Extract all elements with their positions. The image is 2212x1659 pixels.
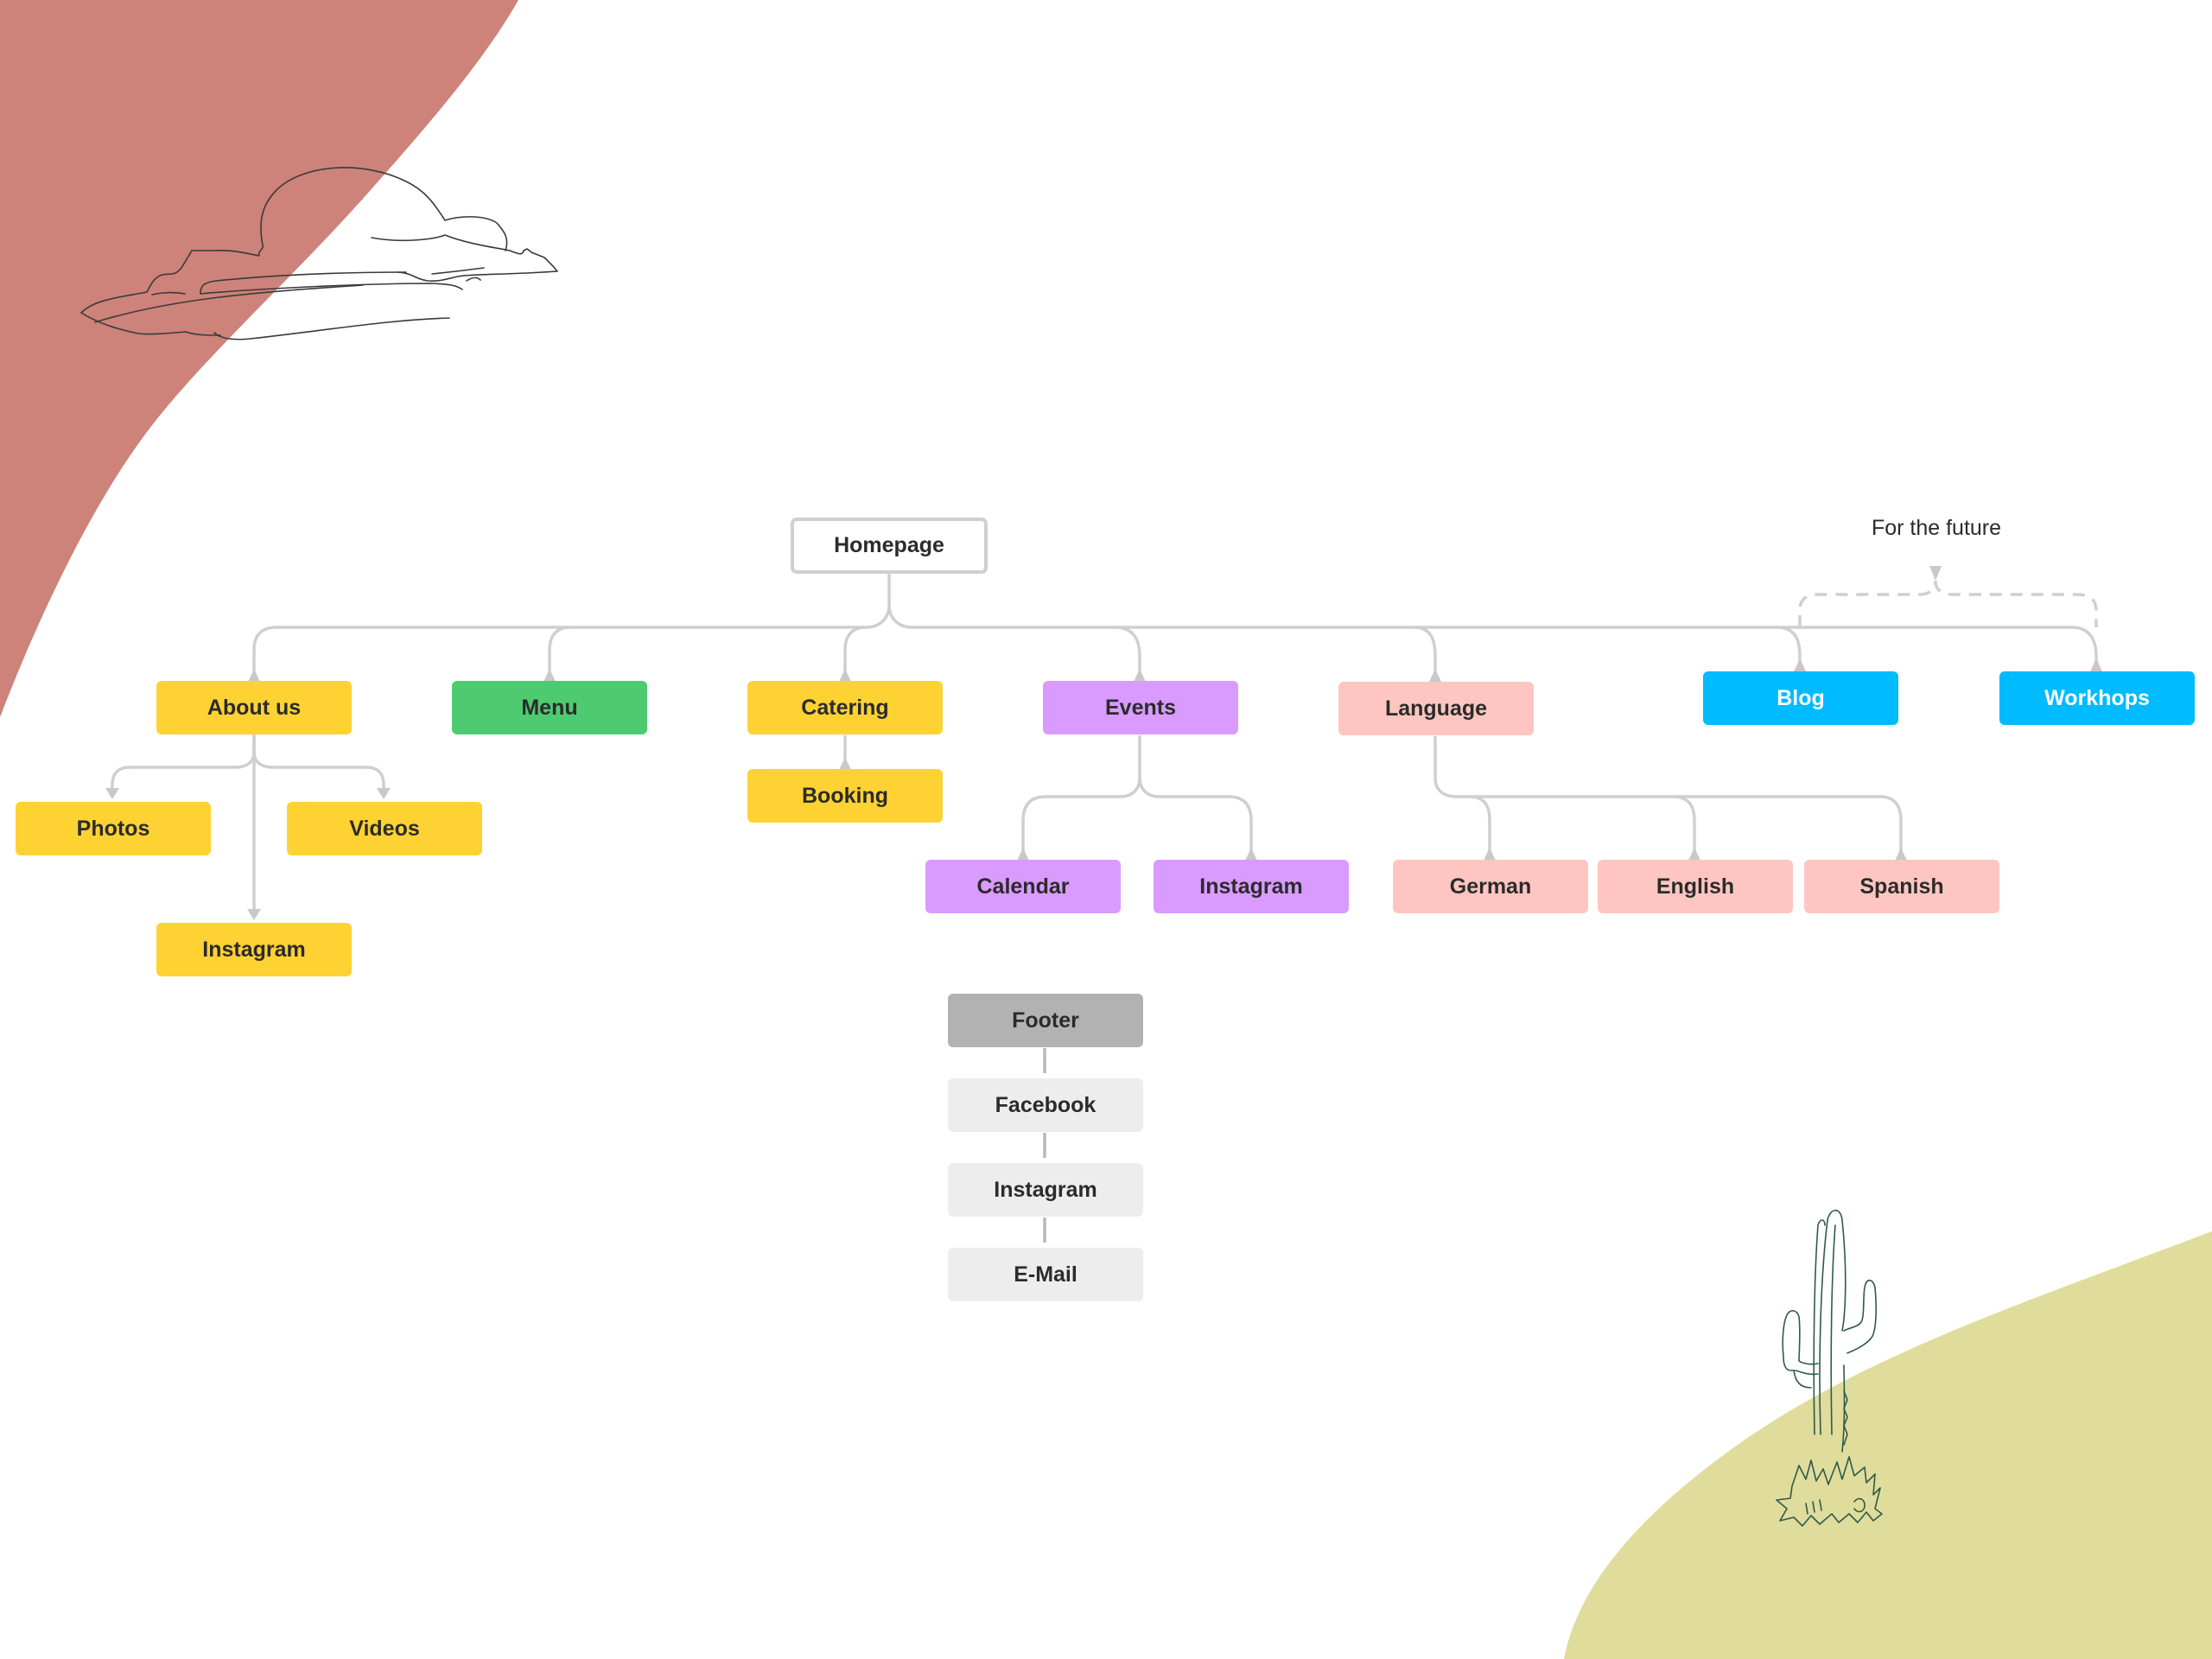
arrow-calendar — [1017, 848, 1029, 861]
connector-language-kids — [1433, 736, 1903, 855]
node-about-us-label: About us — [207, 695, 302, 720]
node-german-label: German — [1449, 874, 1532, 899]
node-footer-label: Footer — [1012, 1007, 1079, 1033]
node-events-instagram[interactable]: Instagram — [1154, 860, 1349, 913]
arrow-menu — [543, 669, 556, 682]
node-about-instagram-label: Instagram — [202, 937, 306, 962]
arrow-spanish — [1895, 848, 1907, 861]
node-catering[interactable]: Catering — [747, 681, 943, 734]
connector-about-videos — [252, 751, 385, 791]
node-blog[interactable]: Blog — [1703, 671, 1898, 725]
connector-catering — [843, 626, 867, 674]
arrow-booking — [839, 757, 851, 770]
arrow-future-note — [1929, 566, 1942, 581]
node-footer-email-label: E-Mail — [1014, 1262, 1077, 1287]
arrow-english — [1688, 848, 1700, 861]
connector-about-photos — [111, 734, 256, 791]
future-bracket — [1798, 580, 2098, 627]
node-footer-facebook[interactable]: Facebook — [948, 1078, 1143, 1132]
node-calendar[interactable]: Calendar — [925, 860, 1121, 913]
node-videos[interactable]: Videos — [287, 802, 482, 855]
node-photos-label: Photos — [76, 816, 150, 841]
connector-root-left — [252, 604, 891, 674]
node-booking-label: Booking — [802, 783, 888, 808]
node-events-instagram-label: Instagram — [1199, 874, 1303, 899]
connector-events — [1114, 626, 1141, 674]
connector-events-kids — [1021, 735, 1141, 855]
arrow-language — [1429, 669, 1441, 682]
node-german[interactable]: German — [1393, 860, 1588, 913]
connector-language — [1413, 626, 1437, 674]
node-homepage-label: Homepage — [834, 533, 944, 557]
connector-language-german — [1468, 795, 1491, 855]
connector-blog — [1775, 626, 1802, 665]
node-events-label: Events — [1105, 695, 1176, 720]
connector-root-trunk — [887, 574, 1789, 629]
arrow-events — [1134, 669, 1146, 682]
arrow-german — [1484, 848, 1496, 861]
node-booking[interactable]: Booking — [747, 769, 943, 823]
connector-menu — [548, 626, 571, 674]
arrow-workshops — [2090, 658, 2102, 671]
node-spanish-label: Spanish — [1859, 874, 1944, 899]
node-blog-label: Blog — [1777, 685, 1825, 710]
node-homepage[interactable]: Homepage — [791, 518, 988, 574]
arrow-about — [248, 669, 260, 682]
node-photos[interactable]: Photos — [16, 802, 211, 855]
node-footer-email[interactable]: E-Mail — [948, 1248, 1143, 1301]
arrow-photos — [105, 788, 119, 799]
node-catering-label: Catering — [801, 695, 889, 720]
node-calendar-label: Calendar — [976, 874, 1070, 899]
node-english[interactable]: English — [1598, 860, 1793, 913]
node-videos-label: Videos — [349, 816, 420, 841]
node-menu-label: Menu — [521, 695, 578, 720]
node-about-instagram[interactable]: Instagram — [156, 923, 352, 976]
node-workshops[interactable]: Workhops — [1999, 671, 2195, 725]
future-note: For the future — [1871, 516, 2002, 540]
node-events[interactable]: Events — [1043, 681, 1238, 734]
connector-workshops — [1789, 626, 2098, 665]
node-menu[interactable]: Menu — [452, 681, 647, 734]
node-footer[interactable]: Footer — [948, 994, 1143, 1047]
arrow-instagram-about — [247, 909, 261, 920]
node-english-label: English — [1656, 874, 1735, 899]
node-workshops-label: Workhops — [2044, 685, 2150, 710]
olive-corner-blob — [1564, 1231, 2212, 1659]
connector-language-english — [1672, 795, 1696, 855]
node-footer-instagram-label: Instagram — [994, 1177, 1097, 1202]
node-language-label: Language — [1384, 696, 1488, 721]
node-spanish[interactable]: Spanish — [1804, 860, 1999, 913]
red-corner-blob — [0, 0, 518, 717]
arrow-videos — [377, 788, 391, 799]
arrow-blog — [1794, 658, 1806, 671]
arrow-instagram-events — [1245, 848, 1257, 861]
node-about-us[interactable]: About us — [156, 681, 352, 734]
node-footer-instagram[interactable]: Instagram — [948, 1163, 1143, 1217]
arrow-catering — [839, 669, 851, 682]
node-language[interactable]: Language — [1338, 682, 1534, 735]
node-footer-facebook-label: Facebook — [995, 1092, 1096, 1117]
connector-events-instagram — [1138, 777, 1253, 855]
